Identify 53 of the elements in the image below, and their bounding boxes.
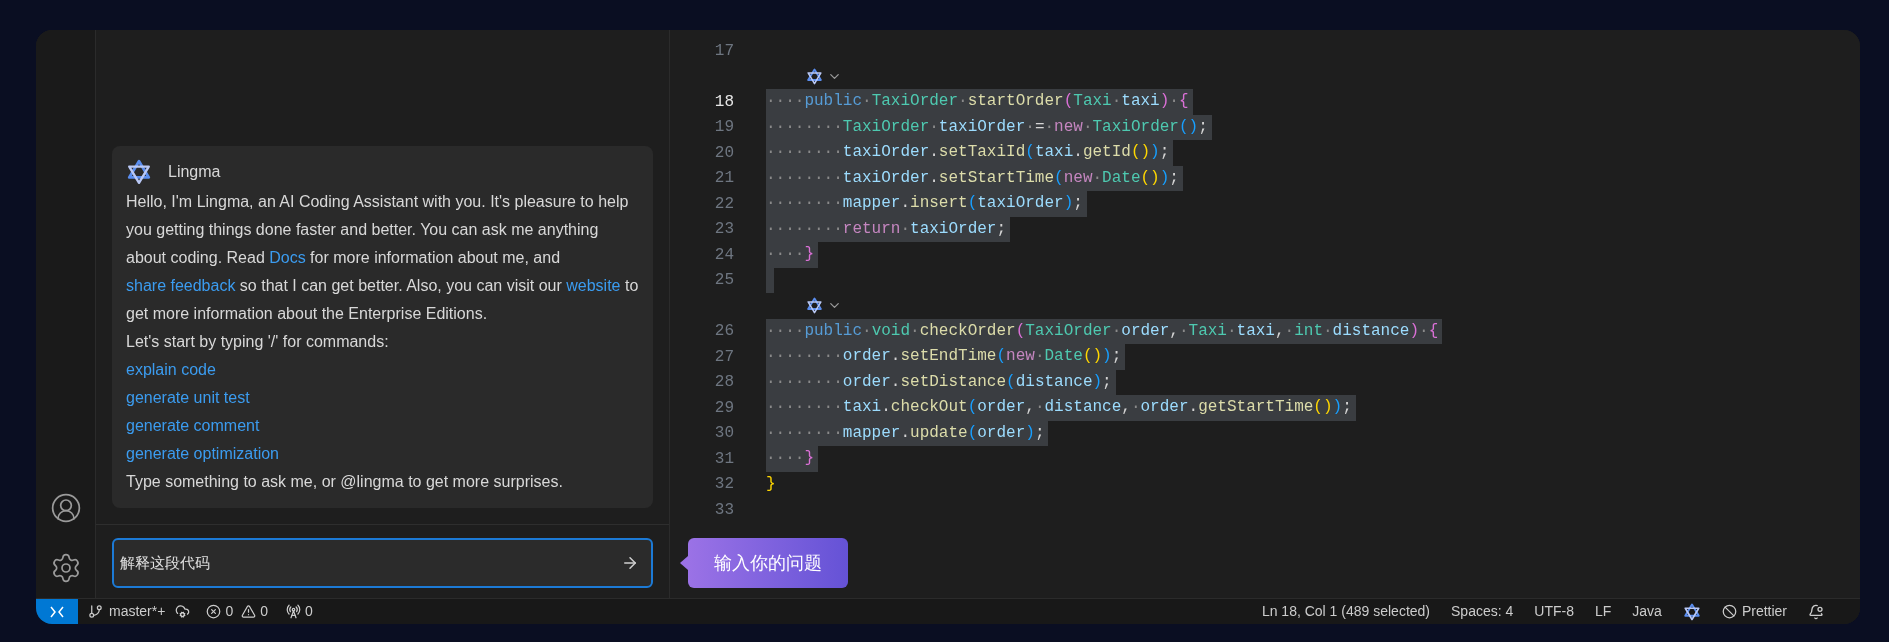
line-number: 29	[713, 397, 734, 419]
line-number: 25	[713, 270, 734, 292]
line-number: 33	[713, 499, 734, 521]
encoding[interactable]: UTF-8	[1534, 601, 1574, 622]
cloud-sync-icon[interactable]	[175, 604, 191, 619]
line-number: 32	[713, 474, 734, 496]
command-link[interactable]: explain code	[126, 361, 216, 378]
line-number: 24	[713, 244, 734, 266]
line-number: 31	[713, 448, 734, 470]
send-icon[interactable]	[621, 554, 639, 572]
formatter-status[interactable]: Prettier	[1741, 601, 1787, 622]
warning-icon	[241, 604, 257, 619]
account-icon[interactable]	[49, 492, 82, 524]
language-mode[interactable]: Java	[1632, 601, 1662, 622]
error-count[interactable]: 0	[225, 601, 234, 622]
branch-icon	[88, 604, 103, 619]
line-number: 26	[713, 321, 734, 343]
commands-intro: Let's start by typing '/' for commands:	[126, 332, 390, 352]
notification-bell-icon[interactable]	[1808, 603, 1824, 620]
tooltip: 输入你的问题	[688, 538, 848, 588]
command-link[interactable]: generate optimization	[126, 445, 279, 462]
line-ending[interactable]: LF	[1594, 601, 1612, 622]
remote-button[interactable]	[36, 599, 78, 624]
remote-icon	[49, 604, 65, 619]
command-link[interactable]: generate comment	[126, 417, 260, 434]
question-input[interactable]: 解释这段代码	[112, 538, 653, 588]
line-number: 18	[713, 91, 734, 113]
line-number: 27	[713, 346, 734, 368]
line-number: 22	[713, 193, 734, 215]
footer-hint: Type something to ask me, or @lingma to get more surprises.	[126, 472, 564, 492]
line-number: 20	[713, 142, 734, 164]
welcome-message: Hello, I'm Lingma, an AI Coding Assistant with you. It's pleasure to help you getting things done faster and better. You can ask me anything about coding. Read Docs for more information about me, and share feedback so that I can get better. Also, you can visit our website to get more information about the Enterprise Editions.	[126, 192, 639, 324]
assistant-name: Lingma	[168, 162, 221, 182]
line-number: 21	[713, 168, 734, 190]
code-line: }	[766, 473, 777, 495]
branch-name[interactable]: master*+	[109, 601, 166, 622]
message-link[interactable]: share feedback	[126, 277, 236, 294]
line-number: 23	[713, 219, 734, 241]
cursor-position[interactable]: Ln 18, Col 1 (489 selected)	[1261, 601, 1430, 622]
ports-count[interactable]: 0	[305, 601, 313, 622]
line-number: 17	[713, 40, 734, 62]
command-link[interactable]: generate unit test	[126, 389, 250, 406]
disabled-icon	[1721, 604, 1737, 619]
broadcast-icon	[286, 604, 301, 619]
line-number: 19	[713, 117, 734, 139]
warning-count[interactable]: 0	[260, 601, 268, 622]
star-logo-icon	[126, 159, 152, 185]
indent-setting[interactable]: Spaces: 4	[1451, 601, 1514, 622]
line-number: 28	[713, 372, 734, 394]
error-icon	[206, 604, 222, 619]
message-link[interactable]: website	[566, 277, 621, 294]
line-number: 30	[713, 423, 734, 445]
message-link[interactable]: Docs	[269, 249, 306, 266]
